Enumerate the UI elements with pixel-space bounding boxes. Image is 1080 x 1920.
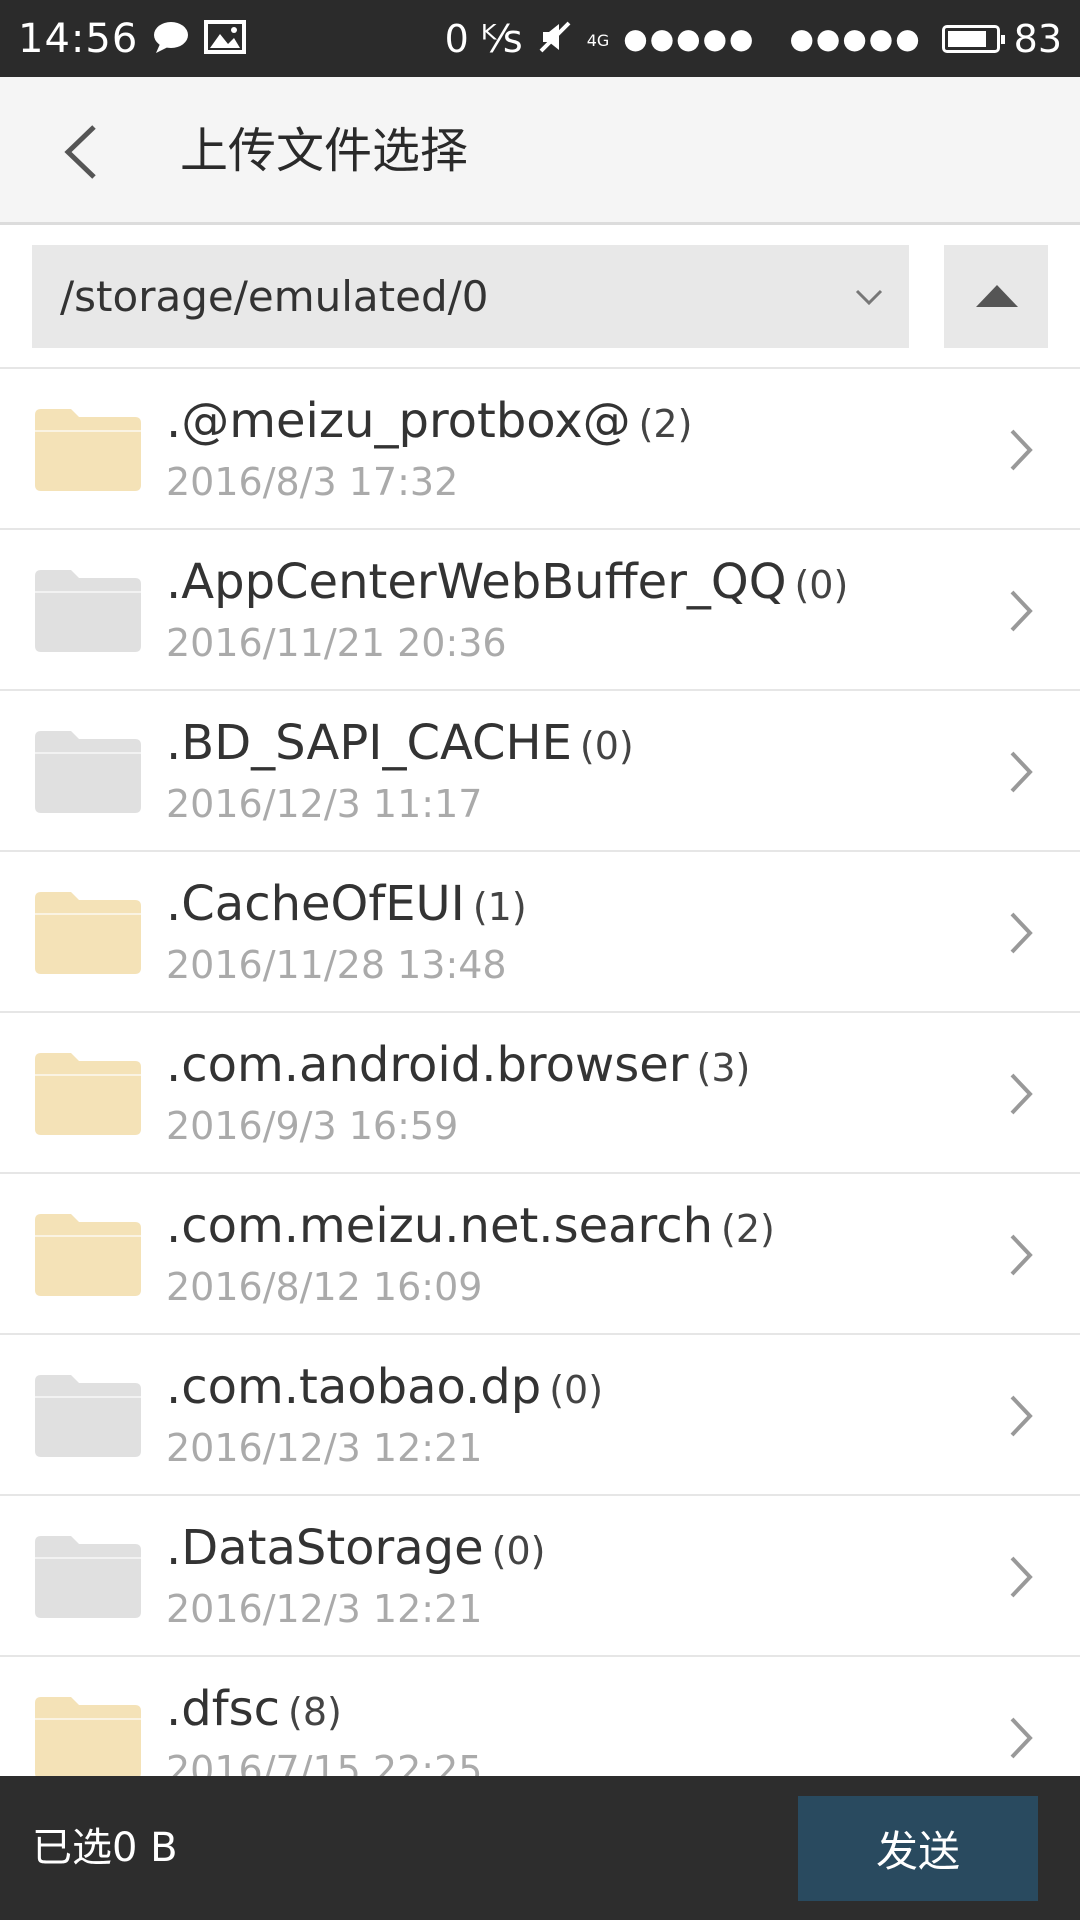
file-name: .AppCenterWebBuffer_QQ (0) [166, 552, 848, 615]
file-count: (1) [472, 885, 527, 929]
path-value: /storage/emulated/0 [60, 272, 489, 321]
file-date: 2016/11/28 13:48 [166, 943, 507, 987]
file-date: 2016/8/12 16:09 [166, 1265, 483, 1309]
list-item[interactable]: .com.taobao.dp (0) 2016/12/3 12:21 [0, 1335, 1080, 1496]
file-date: 2016/12/3 11:17 [166, 782, 483, 826]
file-name: .BD_SAPI_CACHE (0) [166, 713, 634, 776]
parent-directory-button[interactable] [944, 245, 1048, 348]
status-left: 14:56 [18, 15, 247, 62]
folder-icon [35, 1214, 141, 1296]
bottom-bar: 已选0 B 发送 [0, 1776, 1080, 1920]
chevron-right-icon [1010, 590, 1033, 632]
chevron-right-icon [1010, 1395, 1033, 1437]
send-button[interactable]: 发送 [798, 1796, 1038, 1901]
file-date: 2016/12/3 12:21 [166, 1426, 483, 1470]
file-name: .@meizu_protbox@ (2) [166, 391, 692, 454]
file-count: (0) [794, 563, 849, 607]
list-item[interactable]: .AppCenterWebBuffer_QQ (0) 2016/11/21 20:3… [0, 530, 1080, 691]
file-count: (2) [721, 1207, 775, 1251]
chevron-right-icon [1010, 1717, 1033, 1759]
chevron-down-icon [855, 289, 883, 306]
file-name: .com.meizu.net.search (2) [166, 1196, 775, 1259]
list-item[interactable]: .DataStorage (0) 2016/12/3 12:21 [0, 1496, 1080, 1657]
file-name-text: .com.meizu.net.search [166, 1198, 714, 1254]
battery-fill [947, 30, 986, 47]
file-count: (0) [579, 724, 634, 768]
folder-icon [35, 409, 141, 491]
file-name-text: .dfsc [166, 1681, 281, 1737]
file-name-text: .CacheOfEUI [166, 876, 465, 932]
file-name-text: .AppCenterWebBuffer_QQ [166, 554, 787, 610]
file-name-text: .BD_SAPI_CACHE [166, 715, 572, 771]
file-name-text: .com.taobao.dp [166, 1359, 542, 1415]
path-dropdown[interactable]: /storage/emulated/0 [32, 245, 909, 348]
status-right: 0 ᴷ⁄s 4G ●●●●● ●●●●● 83 [445, 17, 1062, 61]
list-item[interactable]: .com.android.browser (3) 2016/9/3 16:59 [0, 1013, 1080, 1174]
chevron-right-icon [1010, 429, 1033, 471]
back-button[interactable] [50, 117, 120, 187]
file-date: 2016/8/3 17:32 [166, 460, 459, 504]
file-date: 2016/7/15 22:25 [166, 1748, 483, 1776]
path-bar: /storage/emulated/0 [0, 225, 1080, 369]
app-bar: 上传文件选择 [0, 77, 1080, 225]
file-count: (8) [288, 1690, 342, 1734]
message-icon [152, 20, 190, 58]
file-date: 2016/11/21 20:36 [166, 621, 507, 665]
list-item[interactable]: .dfsc (8) 2016/7/15 22:25 [0, 1657, 1080, 1776]
file-name: .CacheOfEUI (1) [166, 874, 527, 937]
status-bar: 14:56 0 ᴷ⁄s 4G ●●●●● ●●●●● 83 [0, 0, 1080, 77]
folder-icon [35, 570, 141, 652]
page-title: 上传文件选择 [180, 123, 469, 179]
chevron-right-icon [1010, 1073, 1033, 1115]
status-time: 14:56 [18, 15, 139, 62]
list-item[interactable]: .com.meizu.net.search (2) 2016/8/12 16:09 [0, 1174, 1080, 1335]
folder-icon [35, 1697, 141, 1776]
signal-strength-2: ●●●●● [789, 22, 922, 55]
image-icon [204, 19, 247, 58]
network-type: 4G [586, 30, 610, 50]
file-date: 2016/12/3 12:21 [166, 1587, 483, 1631]
battery-icon [941, 24, 1005, 53]
file-name: .com.taobao.dp (0) [166, 1357, 603, 1420]
folder-icon [35, 892, 141, 974]
file-name: .com.android.browser (3) [166, 1035, 750, 1098]
file-date: 2016/9/3 16:59 [166, 1104, 459, 1148]
chevron-right-icon [1010, 1556, 1033, 1598]
file-name-text: .com.android.browser [166, 1037, 689, 1093]
file-name-text: .@meizu_protbox@ [166, 393, 631, 449]
back-arrow-icon [64, 125, 96, 179]
file-count: (0) [491, 1529, 546, 1573]
folder-icon [35, 1053, 141, 1135]
signal-strength-1: ●●●●● [623, 22, 756, 55]
triangle-up-icon [976, 285, 1018, 307]
selected-size: 已选0 B [32, 1825, 178, 1871]
battery-percent: 83 [1013, 16, 1062, 61]
chevron-right-icon [1010, 912, 1033, 954]
file-name-text: .DataStorage [166, 1520, 484, 1576]
file-count: (0) [549, 1368, 604, 1412]
file-list: .@meizu_protbox@ (2) 2016/8/3 17:32 .AppCen… [0, 369, 1080, 1776]
chevron-right-icon [1010, 1234, 1033, 1276]
list-item[interactable]: .BD_SAPI_CACHE (0) 2016/12/3 11:17 [0, 691, 1080, 852]
file-name: .dfsc (8) [166, 1679, 342, 1742]
file-count: (2) [638, 402, 693, 446]
file-count: (3) [696, 1046, 751, 1090]
folder-icon [35, 1375, 141, 1457]
list-item[interactable]: .@meizu_protbox@ (2) 2016/8/3 17:32 [0, 369, 1080, 530]
list-item[interactable]: .CacheOfEUI (1) 2016/11/28 13:48 [0, 852, 1080, 1013]
folder-icon [35, 731, 141, 813]
network-speed: 0 ᴷ⁄s [444, 16, 523, 61]
folder-icon [35, 1536, 141, 1618]
chevron-right-icon [1010, 751, 1033, 793]
mute-icon [537, 19, 573, 59]
file-name: .DataStorage (0) [166, 1518, 546, 1581]
